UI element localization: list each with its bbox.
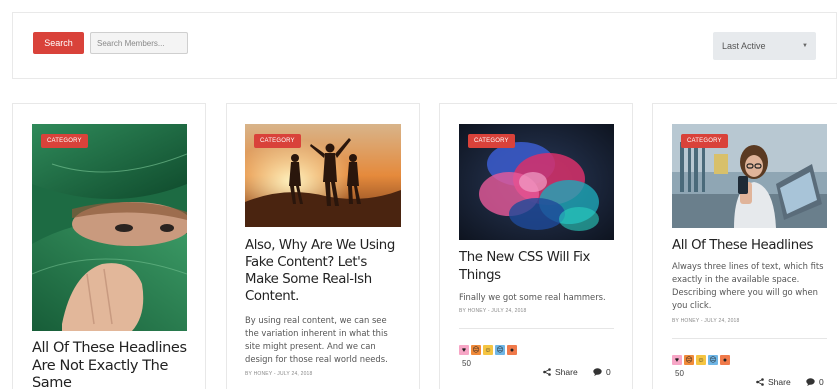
smile-reaction-icon[interactable]: ☺ <box>483 345 493 355</box>
post-card[interactable]: CATEGORY All Of These Headlines Always t… <box>652 103 837 389</box>
chevron-down-icon: ▼ <box>802 43 808 49</box>
post-thumbnail-leaf-portrait[interactable]: CATEGORY <box>32 124 187 331</box>
share-icon <box>756 378 764 386</box>
comments-button[interactable]: 0 <box>593 367 611 377</box>
post-meta: BY HONEY - JULY 24, 2018 <box>459 308 527 314</box>
member-search-panel: Search Last Active ▼ <box>12 12 837 79</box>
share-button[interactable]: Share <box>543 367 578 377</box>
post-title-line: Same <box>32 375 72 389</box>
post-title-line: Are Not Exactly The <box>32 357 168 374</box>
wow-reaction-icon[interactable]: ● <box>507 345 517 355</box>
smile-reaction-icon[interactable]: ☺ <box>696 355 706 365</box>
share-icon <box>543 368 551 376</box>
reaction-count: 50 <box>675 369 684 378</box>
post-title-line: Content. <box>245 289 299 304</box>
sort-order-select[interactable]: Last Active ▼ <box>713 32 816 60</box>
post-thumbnail-sunset-friends[interactable]: CATEGORY <box>245 124 401 227</box>
leaf-portrait-image <box>32 124 187 331</box>
search-members-input[interactable] <box>90 32 188 54</box>
post-title-line: Make Some Real-Ish <box>245 272 372 287</box>
comment-bubble-icon <box>593 368 602 376</box>
post-excerpt: By using real content, we can see the va… <box>245 314 417 366</box>
post-card[interactable]: CATEGORY All Of These Headlines Are Not … <box>12 103 206 389</box>
post-title[interactable]: All Of These Headlines Are Not Exactly T… <box>32 340 202 389</box>
post-card[interactable]: CATEGORY The New CSS Will Fix Things Fin… <box>439 103 633 389</box>
card-divider <box>459 328 614 329</box>
sad-reaction-icon[interactable]: ☹ <box>708 355 718 365</box>
post-excerpt-line: Always three lines of text, which fits <box>672 261 824 271</box>
post-excerpt: Finally we got some real hammers. <box>459 291 631 304</box>
post-excerpt-line: Describing where you will go when <box>672 287 818 297</box>
comment-count: 0 <box>819 377 824 387</box>
post-meta: BY HONEY - JULY 24, 2018 <box>245 371 313 377</box>
post-thumbnail-woman-laptop[interactable]: CATEGORY <box>672 124 827 228</box>
post-excerpt-line: Finally we got some real hammers. <box>459 292 606 302</box>
love-reaction-icon[interactable]: ♥ <box>459 345 469 355</box>
angry-reaction-icon[interactable]: ☹ <box>684 355 694 365</box>
post-title-line: Fake Content? Let's <box>245 255 367 270</box>
post-excerpt: Always three lines of text, which fits e… <box>672 260 837 312</box>
category-badge[interactable]: CATEGORY <box>41 134 88 148</box>
comment-bubble-icon <box>806 378 815 386</box>
sort-order-value: Last Active <box>722 41 766 51</box>
category-badge[interactable]: CATEGORY <box>254 134 301 148</box>
sad-reaction-icon[interactable]: ☹ <box>495 345 505 355</box>
share-button[interactable]: Share <box>756 377 791 387</box>
post-excerpt-line: exactly in the available space. <box>672 274 800 284</box>
comments-button[interactable]: 0 <box>806 377 824 387</box>
post-title[interactable]: Also, Why Are We Using Fake Content? Let… <box>245 237 417 305</box>
post-excerpt-line: you click. <box>672 300 712 310</box>
reaction-count: 50 <box>462 359 471 368</box>
share-label: Share <box>768 377 791 387</box>
post-card[interactable]: CATEGORY Also, Why Are We Using Fake Con… <box>226 103 420 389</box>
post-title-line: The New CSS Will Fix <box>459 250 590 265</box>
post-title-line: Also, Why Are We Using <box>245 238 395 253</box>
post-excerpt-line: By using real content, we can see <box>245 315 387 325</box>
post-excerpt-line: design for those real world needs. <box>245 354 388 364</box>
share-label: Share <box>555 367 578 377</box>
wow-reaction-icon[interactable]: ● <box>720 355 730 365</box>
post-title-line: Things <box>459 267 501 283</box>
love-reaction-icon[interactable]: ♥ <box>672 355 682 365</box>
comment-count: 0 <box>606 367 611 377</box>
post-excerpt-line: the variation inherent in what this <box>245 328 388 338</box>
reaction-bar[interactable]: ♥ ☹ ☺ ☹ ● <box>672 355 730 365</box>
post-thumbnail-color-smoke[interactable]: CATEGORY <box>459 124 614 240</box>
search-button[interactable]: Search <box>33 32 84 54</box>
post-title[interactable]: All Of These Headlines <box>672 237 837 255</box>
card-divider <box>672 338 827 339</box>
reaction-bar[interactable]: ♥ ☹ ☺ ☹ ● <box>459 345 517 355</box>
category-badge[interactable]: CATEGORY <box>681 134 728 148</box>
post-meta: BY HONEY - JULY 24, 2018 <box>672 318 740 324</box>
post-title[interactable]: The New CSS Will Fix Things <box>459 249 631 284</box>
post-excerpt-line: site might present. And we can <box>245 341 376 351</box>
angry-reaction-icon[interactable]: ☹ <box>471 345 481 355</box>
post-title-line: All Of These Headlines <box>672 238 814 253</box>
category-badge[interactable]: CATEGORY <box>468 134 515 148</box>
post-title-line: All Of These Headlines <box>32 340 187 356</box>
